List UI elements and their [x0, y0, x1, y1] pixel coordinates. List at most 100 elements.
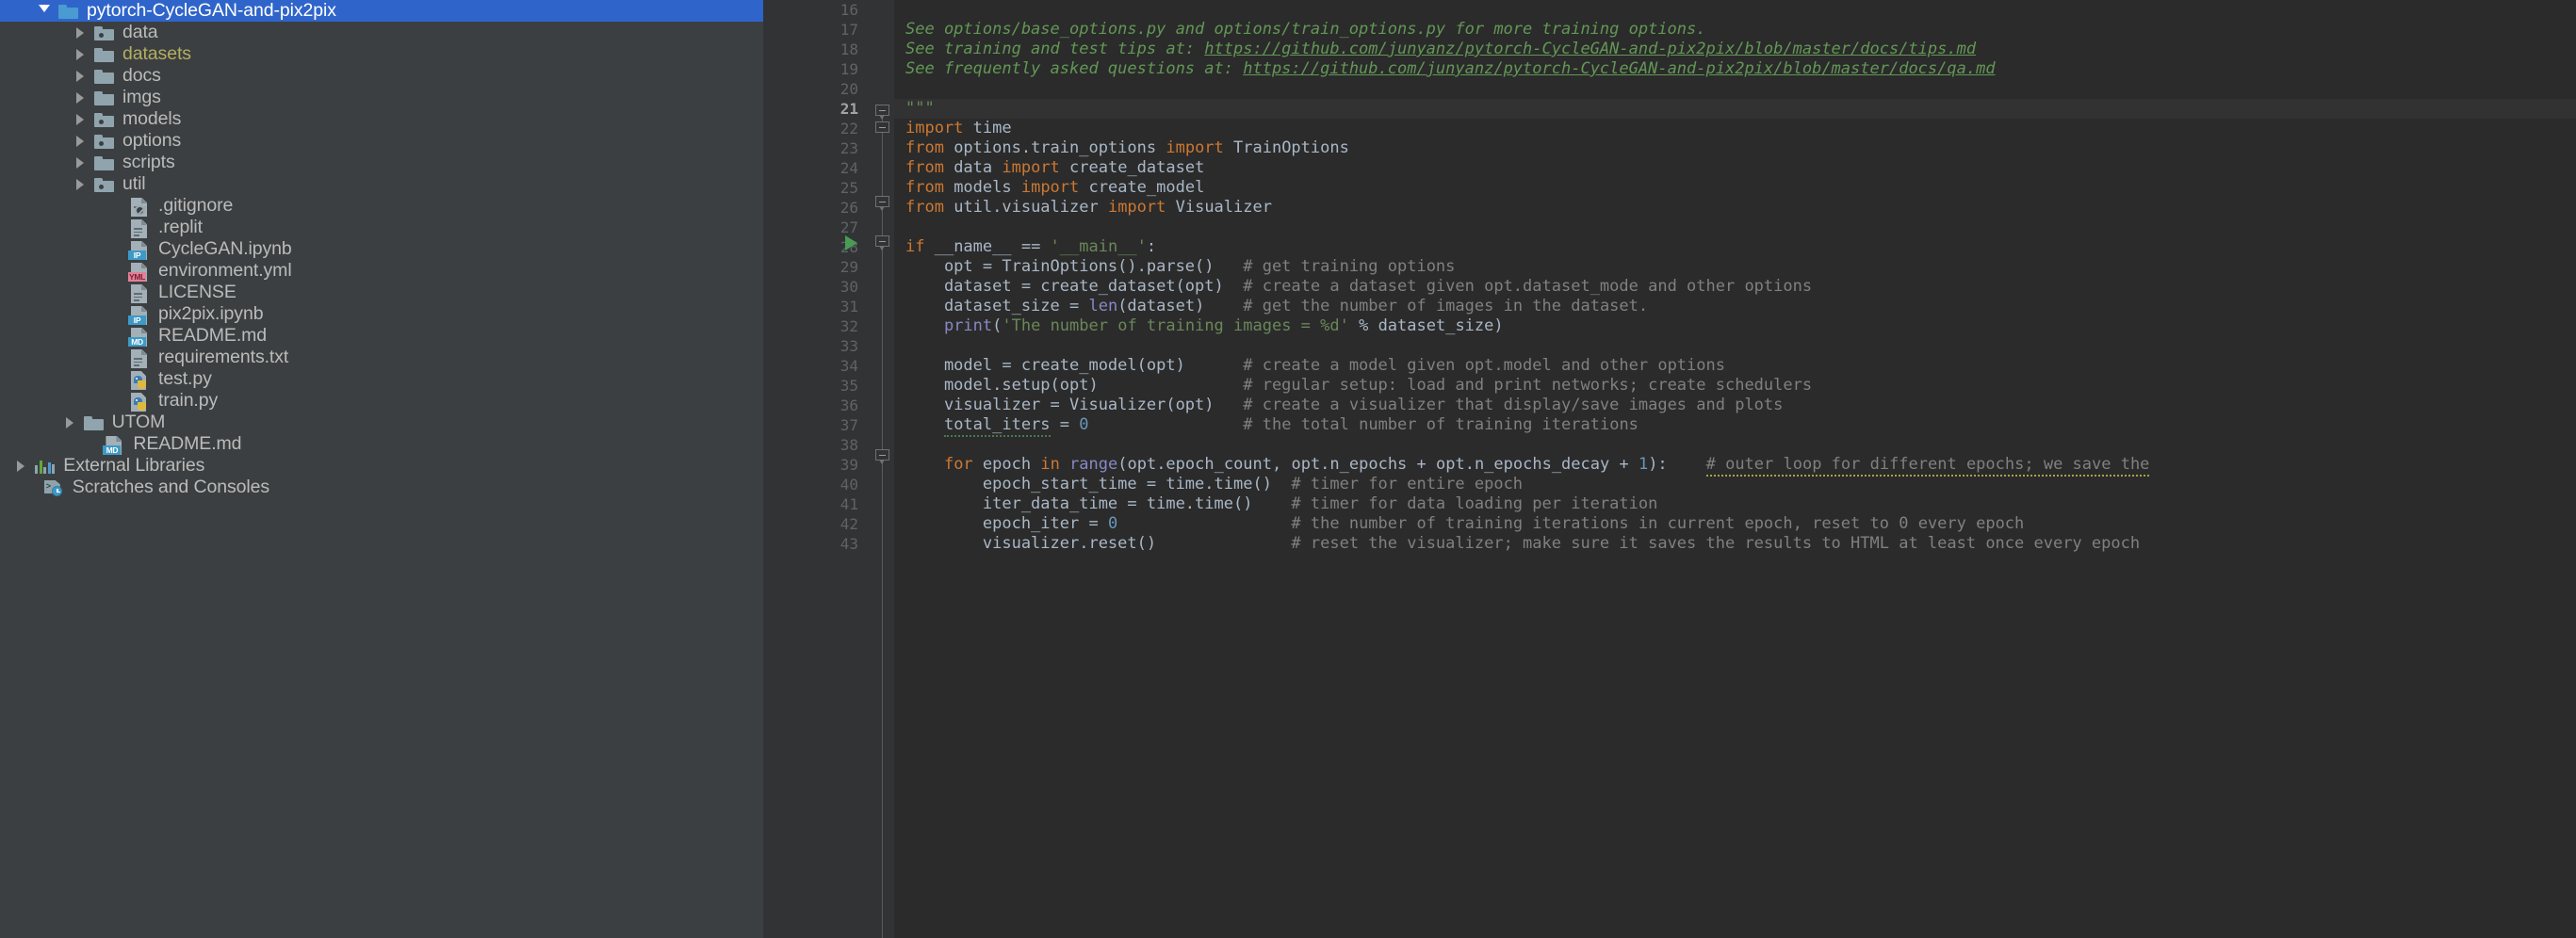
- chevron-right-icon[interactable]: [61, 412, 82, 433]
- code-line[interactable]: from options.train_options import TrainO…: [894, 138, 2576, 158]
- line-number[interactable]: 36: [763, 396, 872, 415]
- tree-item-utom[interactable]: UTOM: [0, 412, 763, 433]
- project-tree-panel[interactable]: pytorch-CycleGAN-and-pix2pix data datasets…: [0, 0, 763, 938]
- tree-item-external-libraries[interactable]: External Libraries: [0, 455, 763, 477]
- code-line[interactable]: if __name__ == '__main__':: [894, 237, 2576, 257]
- tree-item-util[interactable]: util: [0, 173, 763, 195]
- line-number[interactable]: 22: [763, 119, 872, 138]
- line-number[interactable]: 37: [763, 415, 872, 435]
- line-number[interactable]: 43: [763, 534, 872, 554]
- project-tree[interactable]: pytorch-CycleGAN-and-pix2pix data datasets…: [0, 0, 763, 498]
- tree-item-environment-yml[interactable]: YML environment.yml: [0, 260, 763, 282]
- tree-item-readme-md[interactable]: MD README.md: [0, 433, 763, 455]
- code-line[interactable]: visualizer.reset() # reset the visualize…: [894, 534, 2576, 554]
- line-number[interactable]: 39: [763, 455, 872, 475]
- line-number[interactable]: 19: [763, 59, 872, 79]
- chevron-right-icon[interactable]: [72, 22, 92, 43]
- code-line[interactable]: import time: [894, 119, 2576, 138]
- tree-item-license[interactable]: LICENSE: [0, 282, 763, 303]
- line-number[interactable]: 27: [763, 218, 872, 237]
- code-line[interactable]: See options/base_options.py and options/…: [894, 20, 2576, 40]
- line-number[interactable]: 30: [763, 277, 872, 297]
- tree-item-imgs[interactable]: imgs: [0, 87, 763, 108]
- line-number[interactable]: 20: [763, 79, 872, 99]
- tree-item-pix2pix-ipynb[interactable]: IP pix2pix.ipynb: [0, 303, 763, 325]
- code-line[interactable]: """: [894, 99, 2576, 119]
- line-number[interactable]: 42: [763, 514, 872, 534]
- fold-marker-imports-end[interactable]: [875, 196, 889, 211]
- line-number[interactable]: 41: [763, 494, 872, 514]
- chevron-right-icon[interactable]: [72, 130, 92, 152]
- chevron-right-icon[interactable]: [72, 108, 92, 130]
- code-line[interactable]: for epoch in range(opt.epoch_count, opt.…: [894, 455, 2576, 477]
- line-number[interactable]: 26: [763, 198, 872, 218]
- code-editor[interactable]: 16 17 18 19 20 21 22 23 24 25 26 27 28 29 30 31 32 33 34 35…: [763, 0, 2576, 938]
- code-line[interactable]: epoch_iter = 0 # the number of training …: [894, 514, 2576, 534]
- tree-item-models[interactable]: models: [0, 108, 763, 130]
- code-line[interactable]: [894, 0, 2576, 20]
- code-line[interactable]: model = create_model(opt) # create a mod…: [894, 356, 2576, 376]
- fold-marker-docstring[interactable]: [875, 105, 889, 120]
- code-text-area[interactable]: See options/base_options.py and options/…: [894, 0, 2576, 938]
- fold-marker-for-loop[interactable]: [875, 449, 889, 464]
- chevron-down-icon[interactable]: [36, 0, 57, 22]
- tree-item-options[interactable]: options: [0, 130, 763, 152]
- run-gutter-icon[interactable]: [845, 235, 857, 251]
- tree-item-pytorch-cyclegan-and-pix2pix[interactable]: pytorch-CycleGAN-and-pix2pix: [0, 0, 763, 22]
- code-line[interactable]: [894, 435, 2576, 455]
- chevron-right-icon[interactable]: [72, 152, 92, 173]
- line-number[interactable]: 18: [763, 40, 872, 59]
- fold-marker-main-block[interactable]: [875, 235, 889, 251]
- tree-item-replit[interactable]: .replit: [0, 217, 763, 238]
- tree-item-readme-md[interactable]: MD README.md: [0, 325, 763, 347]
- code-line[interactable]: from models import create_model: [894, 178, 2576, 198]
- tree-item-cyclegan-ipynb[interactable]: IP CycleGAN.ipynb: [0, 238, 763, 260]
- tree-item-datasets[interactable]: datasets: [0, 43, 763, 65]
- chevron-right-icon[interactable]: [72, 43, 92, 65]
- line-number[interactable]: 32: [763, 316, 872, 336]
- code-line[interactable]: [894, 218, 2576, 237]
- code-line[interactable]: dataset_size = len(dataset) # get the nu…: [894, 297, 2576, 316]
- code-line[interactable]: visualizer = Visualizer(opt) # create a …: [894, 396, 2576, 415]
- line-number[interactable]: 33: [763, 336, 872, 356]
- line-number[interactable]: 35: [763, 376, 872, 396]
- code-line[interactable]: model.setup(opt) # regular setup: load a…: [894, 376, 2576, 396]
- tree-item-train-py[interactable]: train.py: [0, 390, 763, 412]
- code-folding-strip[interactable]: [845, 0, 894, 938]
- chevron-right-icon[interactable]: [12, 455, 33, 477]
- tree-item-test-py[interactable]: test.py: [0, 368, 763, 390]
- tree-item-scratches-and-consoles[interactable]: > Scratches and Consoles: [0, 477, 763, 498]
- line-number[interactable]: 38: [763, 435, 872, 455]
- code-line[interactable]: iter_data_time = time.time() # timer for…: [894, 494, 2576, 514]
- chevron-right-icon[interactable]: [72, 65, 92, 87]
- code-line[interactable]: total_iters = 0 # the total number of tr…: [894, 415, 2576, 437]
- tree-item-scripts[interactable]: scripts: [0, 152, 763, 173]
- chevron-right-icon[interactable]: [72, 173, 92, 195]
- line-number[interactable]: 31: [763, 297, 872, 316]
- line-number[interactable]: 29: [763, 257, 872, 277]
- line-number[interactable]: 34: [763, 356, 872, 376]
- code-line[interactable]: from util.visualizer import Visualizer: [894, 198, 2576, 218]
- line-number[interactable]: 17: [763, 20, 872, 40]
- line-number[interactable]: 24: [763, 158, 872, 178]
- editor-gutter[interactable]: 16 17 18 19 20 21 22 23 24 25 26 27 28 29 30 31 32 33 34 35…: [763, 0, 872, 938]
- line-number[interactable]: 21: [763, 99, 872, 119]
- code-line[interactable]: dataset = create_dataset(opt) # create a…: [894, 277, 2576, 297]
- code-line[interactable]: epoch_start_time = time.time() # timer f…: [894, 475, 2576, 494]
- code-line[interactable]: print('The number of training images = %…: [894, 316, 2576, 336]
- tree-item-data[interactable]: data: [0, 22, 763, 43]
- line-number[interactable]: 23: [763, 138, 872, 158]
- code-line[interactable]: See frequently asked questions at: https…: [894, 59, 2576, 79]
- code-line[interactable]: from data import create_dataset: [894, 158, 2576, 178]
- tree-item-docs[interactable]: docs: [0, 65, 763, 87]
- line-number[interactable]: 16: [763, 0, 872, 20]
- code-line[interactable]: See training and test tips at: https://g…: [894, 40, 2576, 59]
- code-line[interactable]: [894, 336, 2576, 356]
- code-line[interactable]: [894, 79, 2576, 99]
- source-code[interactable]: See options/base_options.py and options/…: [894, 0, 2576, 554]
- line-number[interactable]: 40: [763, 475, 872, 494]
- code-line[interactable]: opt = TrainOptions().parse() # get train…: [894, 257, 2576, 277]
- fold-marker-imports-start[interactable]: [875, 121, 889, 136]
- line-number[interactable]: 25: [763, 178, 872, 198]
- chevron-right-icon[interactable]: [72, 87, 92, 108]
